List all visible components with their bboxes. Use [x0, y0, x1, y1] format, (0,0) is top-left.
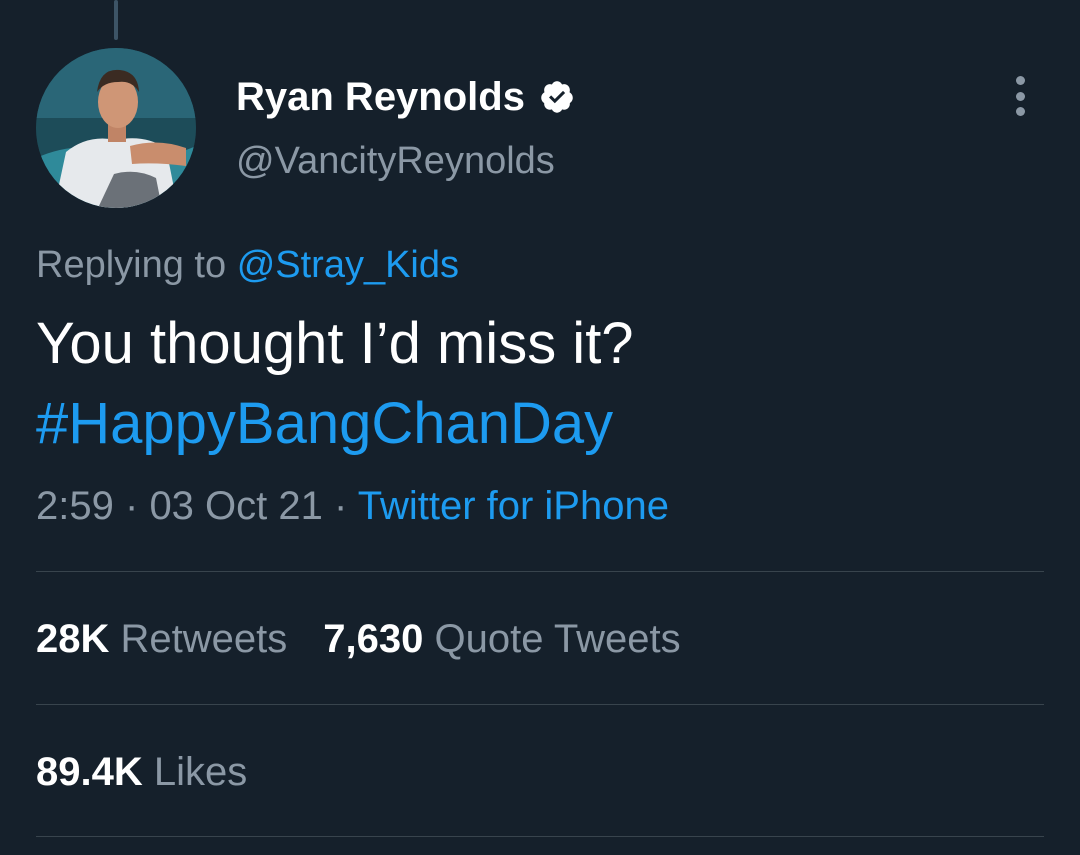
more-dot: [1015, 91, 1025, 101]
hashtag-link[interactable]: #HappyBangChanDay: [36, 384, 634, 464]
retweets-label: Retweets: [120, 617, 288, 661]
tweet-text-line: You thought I’d miss it?: [36, 311, 634, 376]
retweets-stat[interactable]: 28K Retweets: [36, 617, 287, 661]
likes-stat[interactable]: 89.4K Likes: [36, 750, 247, 794]
tweet-text: You thought I’d miss it? #HappyBangChanD…: [36, 304, 634, 464]
divider: [36, 704, 1044, 705]
tweet-source-link[interactable]: Twitter for iPhone: [358, 484, 669, 528]
meta-separator: ·: [334, 484, 348, 528]
author-handle[interactable]: @VancityReynolds: [236, 140, 555, 183]
replying-to-label: Replying to: [36, 244, 227, 286]
quote-tweets-label: Quote Tweets: [434, 617, 681, 661]
more-vertical-icon[interactable]: [1006, 76, 1034, 116]
thread-connector-line: [114, 0, 118, 40]
author-name[interactable]: Ryan Reynolds: [236, 75, 525, 120]
more-dot: [1015, 76, 1025, 85]
more-dot: [1015, 107, 1025, 116]
retweets-count: 28K: [36, 617, 110, 661]
divider: [36, 571, 1044, 572]
likes-label: Likes: [153, 750, 248, 794]
avatar-photo: [36, 48, 196, 208]
reply-mention-link[interactable]: @Stray_Kids: [237, 244, 459, 286]
meta-separator: ·: [124, 484, 139, 528]
stats-row-likes: 89.4K Likes: [36, 750, 247, 795]
quote-tweets-count: 7,630: [323, 617, 424, 661]
tweet-metadata: 2:59 · 03 Oct 21 · Twitter for iPhone: [36, 484, 669, 529]
replying-to-line: Replying to @Stray_Kids: [36, 244, 459, 287]
quote-tweets-stat[interactable]: 7,630 Quote Tweets: [323, 617, 680, 661]
avatar[interactable]: [36, 48, 196, 208]
tweet-date[interactable]: 03 Oct 21: [149, 484, 322, 528]
author-name-row[interactable]: Ryan Reynolds: [236, 72, 575, 122]
tweet-time[interactable]: 2:59: [36, 484, 114, 528]
likes-count: 89.4K: [36, 750, 143, 794]
divider: [36, 836, 1044, 837]
verified-badge-icon: [541, 81, 573, 113]
stats-row-shares: 28K Retweets 7,630 Quote Tweets: [36, 617, 681, 662]
